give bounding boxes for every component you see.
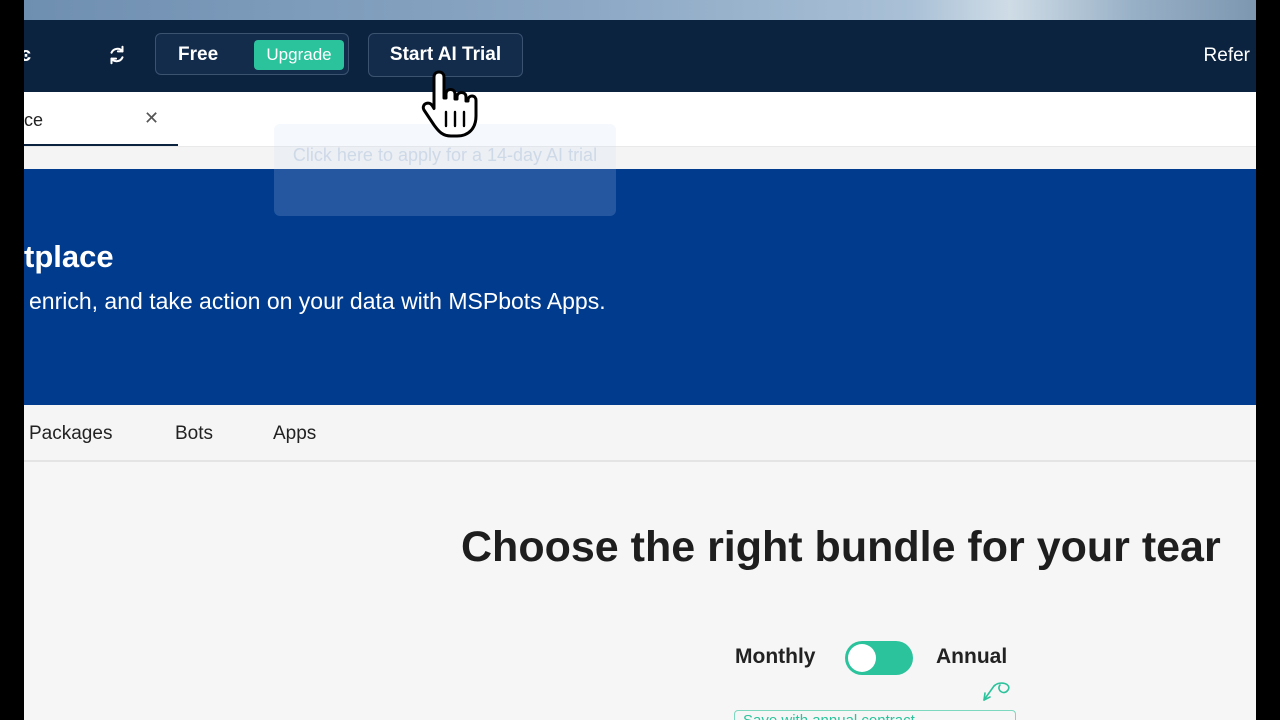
- close-icon[interactable]: ✕: [144, 108, 159, 129]
- refresh-icon[interactable]: [106, 44, 128, 66]
- brand-logo-fragment: ͼ: [24, 44, 32, 66]
- arrow-squiggle-icon: [983, 682, 1010, 701]
- tab-bar: ce ✕: [24, 92, 1256, 147]
- app-screen: ͼ Free Upgrade Start AI Trial Refer ce ✕…: [24, 0, 1256, 720]
- bundle-heading: Choose the right bundle for your tear: [461, 523, 1221, 571]
- desktop-wallpaper: [24, 0, 1256, 20]
- tab-label: ce: [24, 110, 44, 130]
- top-navigation-bar: ͼ Free Upgrade Start AI Trial Refer: [24, 20, 1256, 92]
- billing-annual-label[interactable]: Annual: [936, 645, 1007, 669]
- tab-marketplace[interactable]: ce ✕: [24, 92, 178, 146]
- page-title: tplace: [24, 239, 114, 274]
- tab-packages[interactable]: Packages: [29, 423, 112, 445]
- toggle-knob: [848, 644, 876, 672]
- billing-monthly-label[interactable]: Monthly: [735, 645, 815, 669]
- hero-banner: tplace enrich, and take action on your d…: [24, 169, 1256, 405]
- refer-link[interactable]: Refer: [1204, 45, 1250, 67]
- tab-bar-divider: [24, 147, 1256, 169]
- tab-bots[interactable]: Bots: [175, 423, 213, 445]
- page-subtitle: enrich, and take action on your data wit…: [29, 288, 606, 314]
- billing-period-toggle[interactable]: [845, 641, 913, 675]
- upgrade-button[interactable]: Upgrade: [254, 40, 344, 70]
- tab-apps[interactable]: Apps: [273, 423, 316, 445]
- plan-group: Free Upgrade: [155, 33, 349, 75]
- plan-label: Free: [178, 44, 219, 65]
- category-tabs: Packages Bots Apps: [24, 405, 1256, 462]
- pointer-cursor-icon: [421, 70, 478, 138]
- annual-savings-note: Save with annual contract: [734, 710, 1016, 720]
